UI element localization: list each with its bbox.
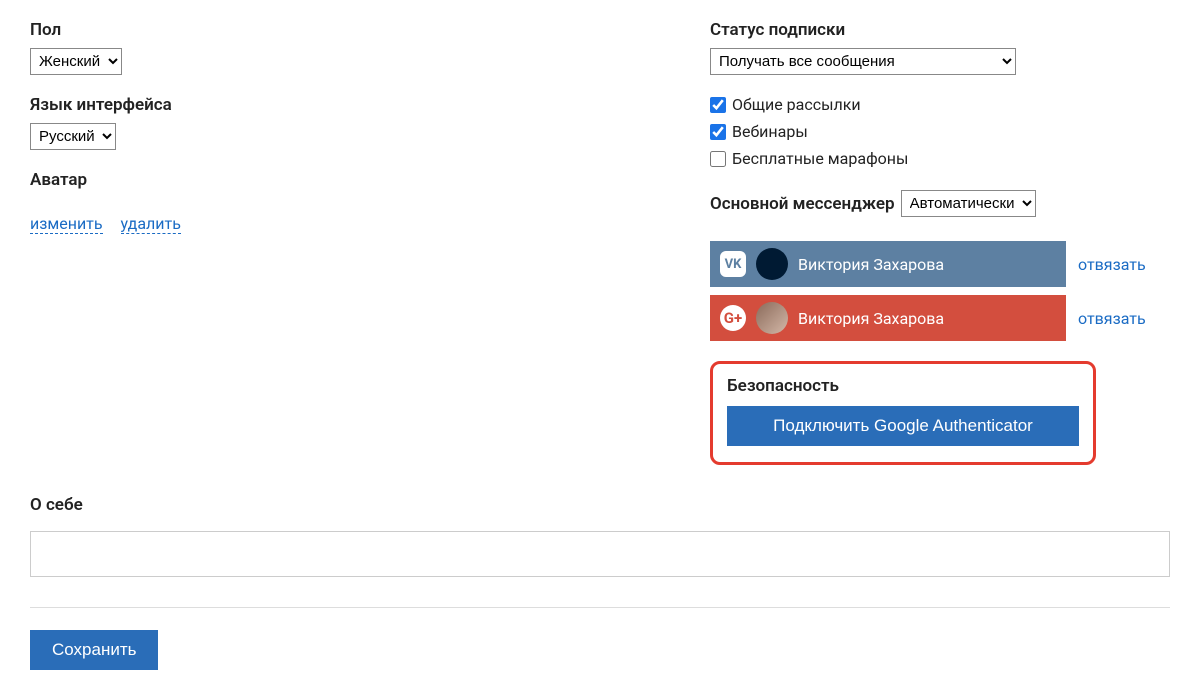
avatar — [756, 302, 788, 334]
mailing-marathons-checkbox[interactable] — [710, 151, 726, 167]
google-plus-icon: G+ — [720, 305, 746, 331]
language-select[interactable]: Русский — [30, 123, 116, 150]
about-input[interactable] — [30, 531, 1170, 577]
security-label: Безопасность — [727, 376, 1079, 396]
subscription-status-select[interactable]: Получать все сообщения — [710, 48, 1016, 75]
social-google-unlink[interactable]: отвязать — [1078, 309, 1146, 328]
social-vk-card: VK Виктория Захарова — [710, 241, 1066, 287]
subscription-status-label: Статус подписки — [710, 20, 1170, 40]
social-google-name: Виктория Захарова — [798, 309, 944, 328]
social-vk-unlink[interactable]: отвязать — [1078, 255, 1146, 274]
social-vk-name: Виктория Захарова — [798, 255, 944, 274]
social-google-card: G+ Виктория Захарова — [710, 295, 1066, 341]
gender-label: Пол — [30, 20, 670, 40]
mailing-marathons-label: Бесплатные марафоны — [732, 149, 908, 168]
mailing-webinars-checkbox[interactable] — [710, 124, 726, 140]
divider — [30, 607, 1170, 608]
language-label: Язык интерфейса — [30, 95, 670, 115]
mailing-webinars-label: Вебинары — [732, 122, 808, 141]
avatar-label: Аватар — [30, 170, 670, 190]
mailing-general-checkbox[interactable] — [710, 97, 726, 113]
avatar — [756, 248, 788, 280]
avatar-delete-link[interactable]: удалить — [121, 214, 181, 234]
connect-authenticator-button[interactable]: Подключить Google Authenticator — [727, 406, 1079, 446]
vk-icon: VK — [720, 251, 746, 277]
avatar-change-link[interactable]: изменить — [30, 214, 103, 234]
security-section: Безопасность Подключить Google Authentic… — [710, 361, 1096, 465]
save-button[interactable]: Сохранить — [30, 630, 158, 670]
mailing-general-label: Общие рассылки — [732, 95, 861, 114]
about-label: О себе — [30, 495, 1170, 515]
gender-select[interactable]: Женский — [30, 48, 122, 75]
messenger-select[interactable]: Автоматически — [901, 190, 1036, 217]
messenger-label: Основной мессенджер — [710, 194, 895, 214]
